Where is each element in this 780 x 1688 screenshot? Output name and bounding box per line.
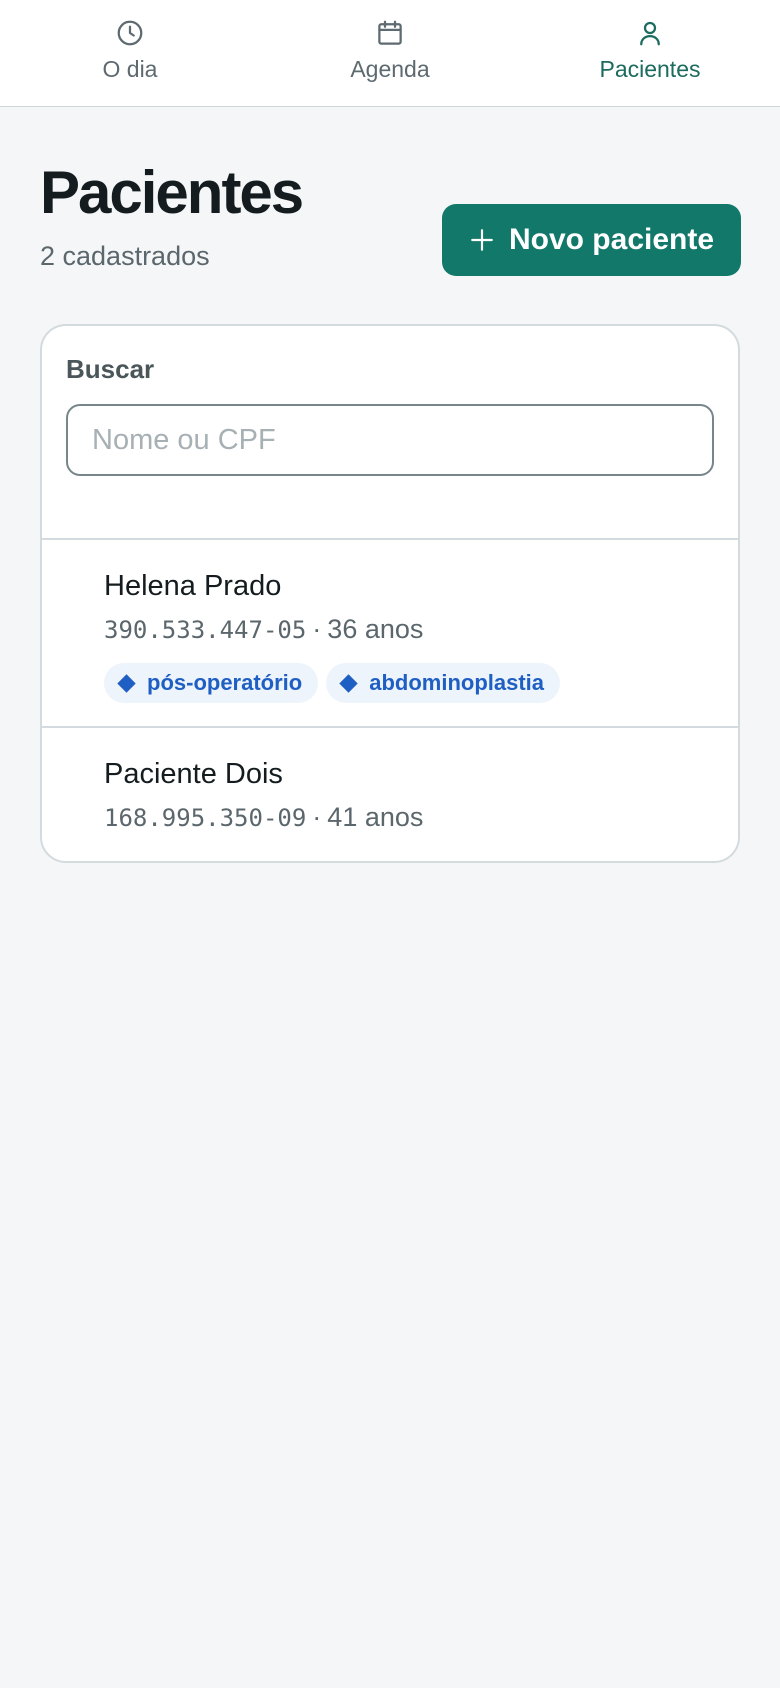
tag-label: pós-operatório xyxy=(147,670,303,695)
patient-cpf: 168.995.350-09 xyxy=(104,804,307,832)
person-icon xyxy=(640,21,660,46)
meta-separator: · xyxy=(312,614,322,644)
patient-age: 41 anos xyxy=(327,802,424,832)
tag-badge: abdominoplastia xyxy=(326,663,561,703)
search-section: Buscar xyxy=(42,326,738,540)
tag-label: abdominoplastia xyxy=(369,670,545,695)
nav-item-pacientes[interactable]: Pacientes xyxy=(520,0,780,106)
nav-label-pacientes: Pacientes xyxy=(599,56,701,82)
diamond-icon xyxy=(339,673,358,693)
patient-meta: 390.533.447-05 · 36 anos xyxy=(104,612,423,647)
patient-name: Paciente Dois xyxy=(104,758,283,790)
nav-label-agenda: Agenda xyxy=(350,56,430,82)
nav-item-o-dia[interactable]: O dia xyxy=(0,0,260,106)
patients-card: Buscar Helena Prado 390.533.447-05·36 an… xyxy=(40,324,740,863)
patient-name: Helena Prado xyxy=(104,570,282,602)
patient-row[interactable]: Helena Prado 390.533.447-05 · 36 anos pós-… xyxy=(42,540,738,728)
nav-label-o-dia: O dia xyxy=(102,56,158,82)
patient-age: 36 anos xyxy=(327,614,424,644)
clock-icon xyxy=(117,20,143,46)
plus-icon xyxy=(471,229,493,251)
diamond-icon xyxy=(117,673,136,693)
search-label: Buscar xyxy=(66,354,155,384)
patient-cpf: 390.533.447-05 xyxy=(104,616,307,644)
top-navigation: O dia Agenda Pacientes xyxy=(0,0,780,107)
new-patient-button[interactable]: Novo paciente xyxy=(442,204,741,276)
patient-row[interactable]: Paciente Dois 168.995.350-09 · 41 anos xyxy=(42,728,738,861)
page-title: Pacientes xyxy=(40,159,304,226)
calendar-icon xyxy=(378,20,402,45)
search-input[interactable] xyxy=(66,404,714,476)
meta-separator: · xyxy=(312,802,322,832)
patient-meta: 168.995.350-09 · 41 anos xyxy=(104,800,423,835)
new-patient-label: Novo paciente xyxy=(508,223,715,256)
patient-tags: pós-operatório abdominoplastia xyxy=(104,663,561,703)
patient-count: 2 cadastrados xyxy=(40,241,210,271)
tag-badge: pós-operatório xyxy=(104,663,319,703)
nav-item-agenda[interactable]: Agenda xyxy=(260,0,520,106)
